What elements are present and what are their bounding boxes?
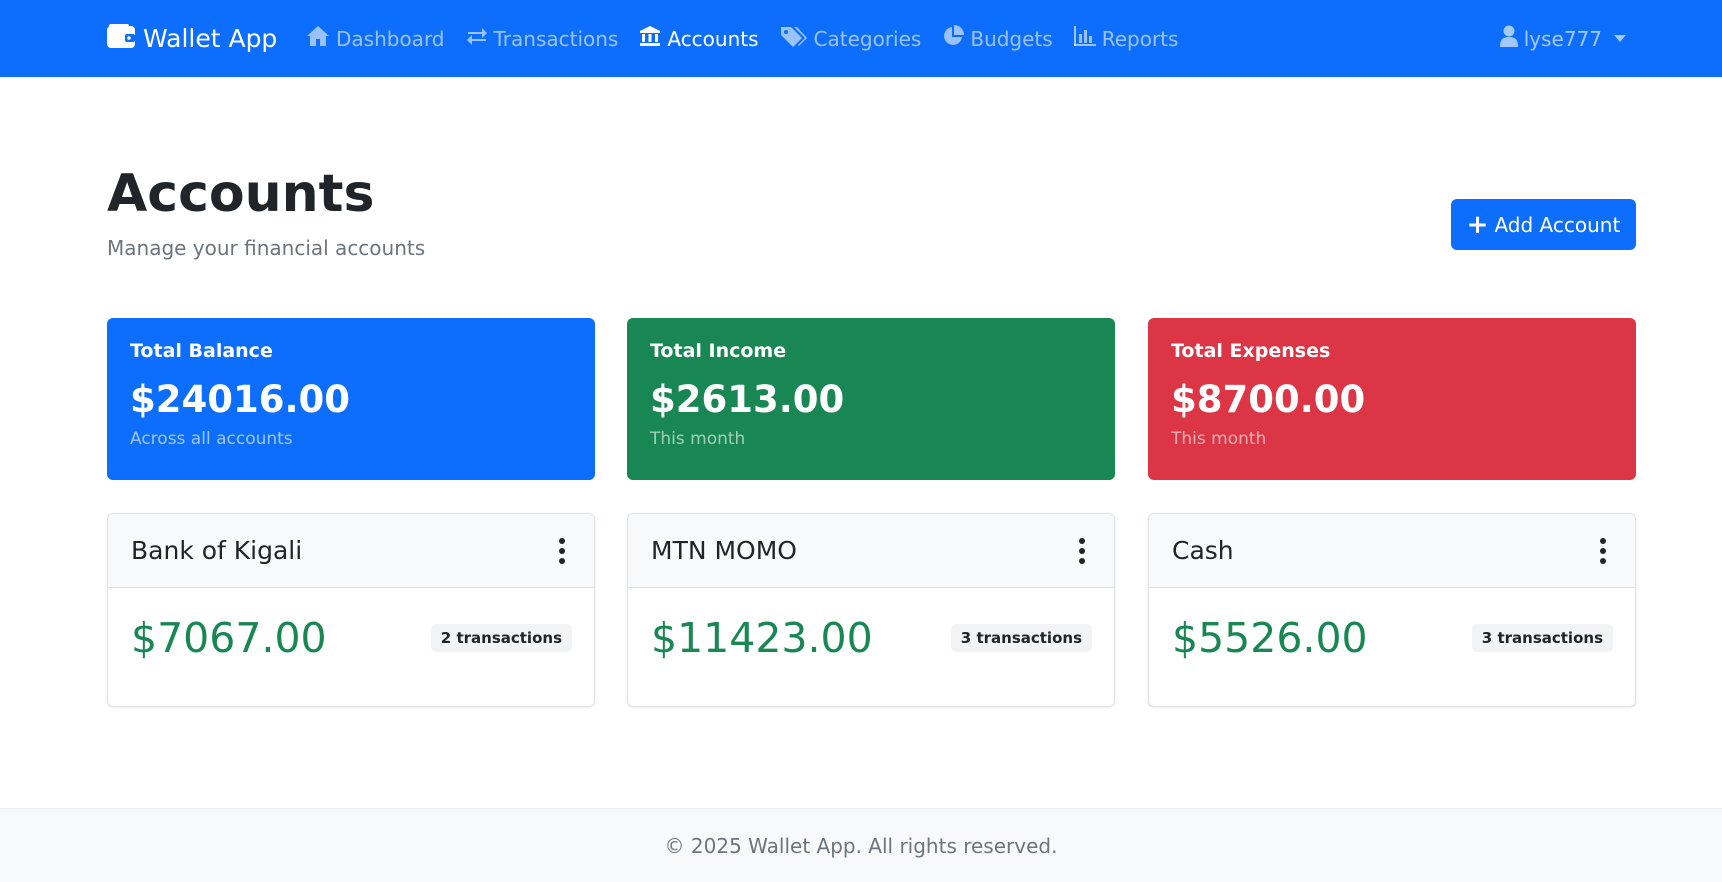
account-card: Bank of Kigali $7067.00 2 transactions: [107, 513, 595, 707]
nav-item-label: Budgets: [970, 26, 1053, 51]
summary-value: $24016.00: [130, 378, 351, 421]
summary-value: $2613.00: [650, 378, 845, 421]
page-footer: © 2025 Wallet App. All rights reserved.: [0, 808, 1722, 882]
account-card-header: Bank of Kigali: [108, 514, 594, 588]
user-icon: [1499, 25, 1524, 52]
total-balance-card: Total Balance $24016.00 Across all accou…: [107, 318, 595, 480]
summary-note: This month: [1171, 429, 1267, 449]
chevron-down-icon: [1614, 35, 1626, 42]
user-name: lyse777: [1523, 26, 1602, 51]
nav-item-reports[interactable]: Reports: [1073, 26, 1179, 51]
account-card: MTN MOMO $11423.00 3 transactions: [627, 513, 1115, 707]
account-card-body: $11423.00 3 transactions: [628, 588, 1114, 688]
user-menu-dropdown[interactable]: lyse777: [1499, 0, 1626, 77]
account-balance: $5526.00: [1172, 614, 1368, 662]
nav-item-label: Transactions: [493, 26, 619, 51]
account-name: MTN MOMO: [651, 536, 797, 565]
account-name: Bank of Kigali: [131, 536, 303, 565]
nav-item-label: Dashboard: [336, 26, 445, 51]
account-balance: $11423.00: [651, 614, 873, 662]
page-subtitle: Manage your financial accounts: [107, 236, 426, 260]
plus-icon: +: [1466, 209, 1489, 240]
home-icon: [306, 25, 336, 52]
nav-links: Dashboard Transactions Accounts Categori…: [306, 0, 1199, 77]
wallet-icon: [107, 23, 143, 54]
add-account-button[interactable]: + Add Account: [1451, 199, 1636, 250]
account-name: Cash: [1172, 536, 1234, 565]
summary-note: This month: [650, 429, 746, 449]
nav-item-accounts[interactable]: Accounts: [639, 25, 759, 52]
bank-icon: [639, 25, 667, 52]
account-card-body: $5526.00 3 transactions: [1149, 588, 1635, 688]
exchange-icon: [466, 26, 494, 51]
account-card-header: MTN MOMO: [628, 514, 1114, 588]
brand-link[interactable]: Wallet App: [107, 0, 277, 77]
top-navbar: Wallet App Dashboard Transactions Accoun…: [0, 0, 1722, 77]
account-card-header: Cash: [1149, 514, 1635, 588]
nav-item-transactions[interactable]: Transactions: [466, 26, 619, 51]
transactions-badge: 2 transactions: [430, 624, 572, 652]
nav-item-budgets[interactable]: Budgets: [942, 25, 1053, 52]
account-balance: $7067.00: [131, 614, 327, 662]
tags-icon: [780, 25, 814, 52]
footer-text: © 2025 Wallet App. All rights reserved.: [664, 833, 1058, 858]
page-title: Accounts: [107, 164, 375, 224]
total-expenses-card: Total Expenses $8700.00 This month: [1148, 318, 1636, 480]
account-card: Cash $5526.00 3 transactions: [1148, 513, 1636, 707]
transactions-badge: 3 transactions: [950, 624, 1092, 652]
add-account-label: Add Account: [1494, 212, 1621, 237]
nav-item-label: Accounts: [667, 26, 759, 51]
summary-note: Across all accounts: [130, 429, 293, 449]
account-card-body: $7067.00 2 transactions: [108, 588, 594, 688]
more-options-icon[interactable]: [552, 536, 572, 566]
summary-value: $8700.00: [1171, 378, 1366, 421]
bar-chart-icon: [1073, 26, 1102, 51]
transactions-badge: 3 transactions: [1471, 624, 1613, 652]
nav-item-categories[interactable]: Categories: [780, 25, 922, 52]
total-income-card: Total Income $2613.00 This month: [627, 318, 1115, 480]
summary-label: Total Balance: [130, 340, 273, 362]
more-options-icon[interactable]: [1072, 536, 1092, 566]
nav-item-label: Reports: [1101, 26, 1179, 51]
brand-name: Wallet App: [143, 24, 278, 53]
pie-chart-icon: [942, 25, 970, 52]
summary-label: Total Expenses: [1171, 340, 1331, 362]
nav-item-dashboard[interactable]: Dashboard: [306, 25, 445, 52]
more-options-icon[interactable]: [1593, 536, 1613, 566]
summary-label: Total Income: [650, 340, 787, 362]
nav-item-label: Categories: [813, 26, 922, 51]
